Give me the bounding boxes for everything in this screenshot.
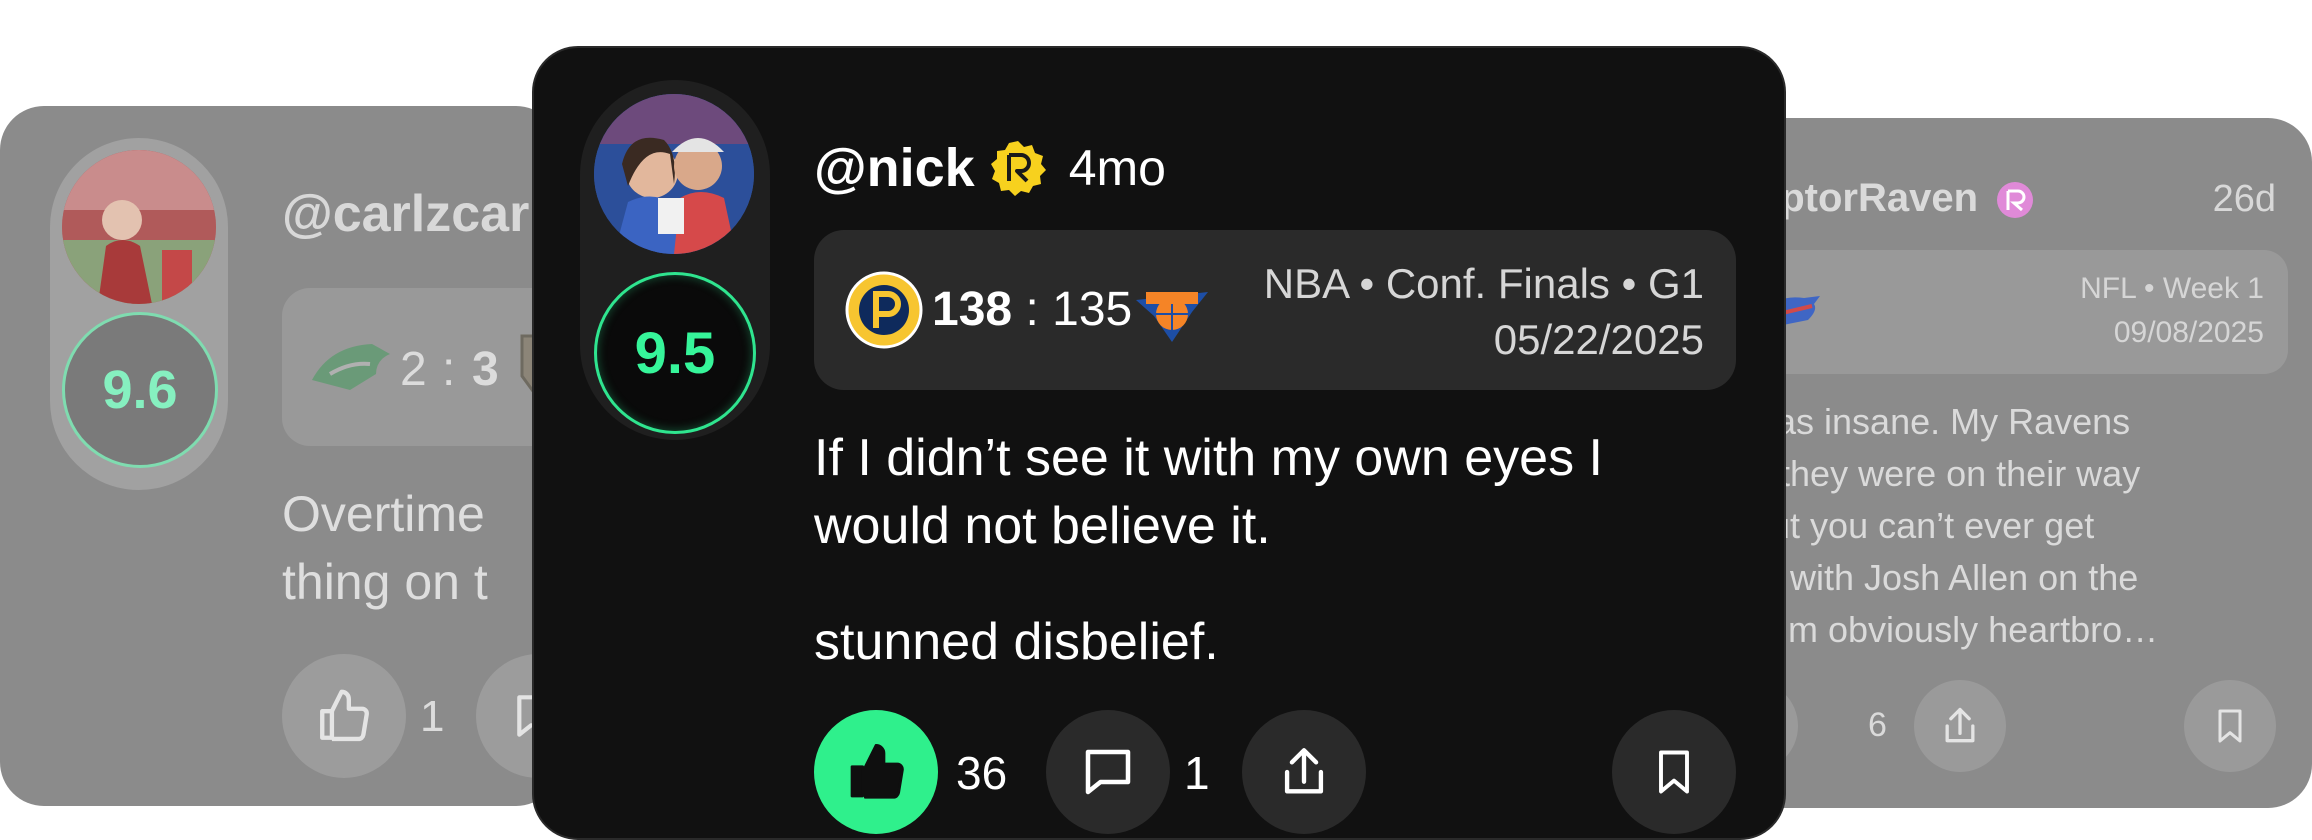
verified-badge-icon	[990, 141, 1046, 196]
score-line: 138 : 135	[932, 282, 1132, 337]
away-score: 3	[472, 343, 499, 396]
post-body-line: thing on t	[282, 554, 488, 610]
post-time: 4mo	[1068, 140, 1166, 196]
author-handle[interactable]: @nick	[814, 137, 975, 199]
rating-score: 9.6	[62, 312, 218, 468]
share-button[interactable]	[1242, 710, 1366, 834]
comment-icon	[1085, 749, 1131, 795]
post-card-left[interactable]: 9.6 @carlzcar 2 : 3 Overtime thing on t …	[0, 106, 560, 806]
like-count: 1	[420, 692, 445, 741]
score-separator: :	[442, 343, 456, 396]
team-logo-knicks-icon	[1136, 292, 1208, 342]
bookmark-button[interactable]	[2184, 680, 2276, 772]
away-score: 135	[1052, 283, 1133, 336]
bookmark-icon	[2218, 709, 2242, 743]
verified-badge-icon	[1997, 182, 2034, 219]
author-handle[interactable]: aptorRaven	[1758, 176, 2035, 221]
share-icon	[1945, 707, 1975, 743]
rating-score: 9.5	[594, 272, 756, 434]
post-body: was insane. My Ravens e they were on the…	[1750, 396, 2158, 656]
avatar[interactable]	[594, 94, 754, 254]
league-info: NBA • Conf. Finals • G1	[1263, 260, 1704, 307]
post-body: Overtime thing on t	[282, 480, 488, 616]
share-button[interactable]	[1914, 680, 2006, 772]
post-body-paragraph: If I didn’t see it with my own eyes I wo…	[814, 429, 1603, 555]
team-logo-pacers-icon	[845, 271, 923, 349]
comment-count: 1	[1184, 747, 1210, 799]
game-card[interactable]: 138 : 135 NBA • Conf. Finals • G1 05/22/…	[814, 230, 1736, 390]
post-header: @nick 4mo	[814, 130, 1166, 206]
post-body-line: . I’m obviously heartbro…	[1750, 609, 2159, 650]
thumbs-up-icon	[850, 744, 904, 799]
game-date: 05/22/2025	[1493, 316, 1704, 363]
post-body-line: Overtime	[282, 486, 485, 542]
like-button[interactable]	[814, 710, 938, 834]
bookmark-button[interactable]	[1612, 710, 1736, 834]
comment-count: 6	[1868, 706, 1887, 744]
thumbs-up-icon	[320, 689, 369, 742]
post-body-paragraph: stunned disbelief.	[814, 613, 1219, 671]
score-separator: :	[1025, 283, 1039, 336]
post-body: If I didn’t see it with my own eyes I wo…	[814, 424, 1734, 724]
post-body-line: nt with Josh Allen on the	[1750, 557, 2139, 598]
post-time: 26d	[2212, 178, 2276, 220]
post-body-line: was insane. My Ravens	[1750, 401, 2131, 442]
like-count: 36	[956, 747, 1008, 799]
home-score: 2	[400, 343, 427, 396]
like-button[interactable]	[282, 654, 406, 778]
game-date: 09/08/2025	[2113, 316, 2264, 349]
game-card[interactable]: 2 : 3	[282, 288, 560, 446]
post-body-line: out you can’t ever get	[1750, 505, 2095, 546]
author-handle[interactable]: @carlzcar	[282, 184, 529, 244]
share-icon	[1284, 748, 1324, 794]
game-card[interactable]: 1 NFL • Week 1 09/08/2025	[1730, 250, 2288, 374]
post-card-right[interactable]: aptorRaven 26d 1 NFL • Week 1 09/08/2025…	[1710, 118, 2312, 808]
home-score: 138	[932, 283, 1013, 336]
author-handle-text: aptorRaven	[1758, 176, 1979, 220]
author-pill: 9.5	[580, 80, 770, 440]
post-card-featured[interactable]: 9.5 @nick 4mo 138 : 135 NBA • Conf. Fina…	[532, 46, 1786, 840]
comment-button[interactable]	[1046, 710, 1170, 834]
bookmark-icon	[1659, 750, 1689, 794]
post-body-line: e they were on their way	[1750, 453, 2141, 494]
author-pill: 9.6	[50, 138, 228, 490]
team-logo-wild-icon	[312, 344, 390, 390]
avatar[interactable]	[62, 150, 216, 304]
league-info: NFL • Week 1	[2080, 272, 2264, 305]
